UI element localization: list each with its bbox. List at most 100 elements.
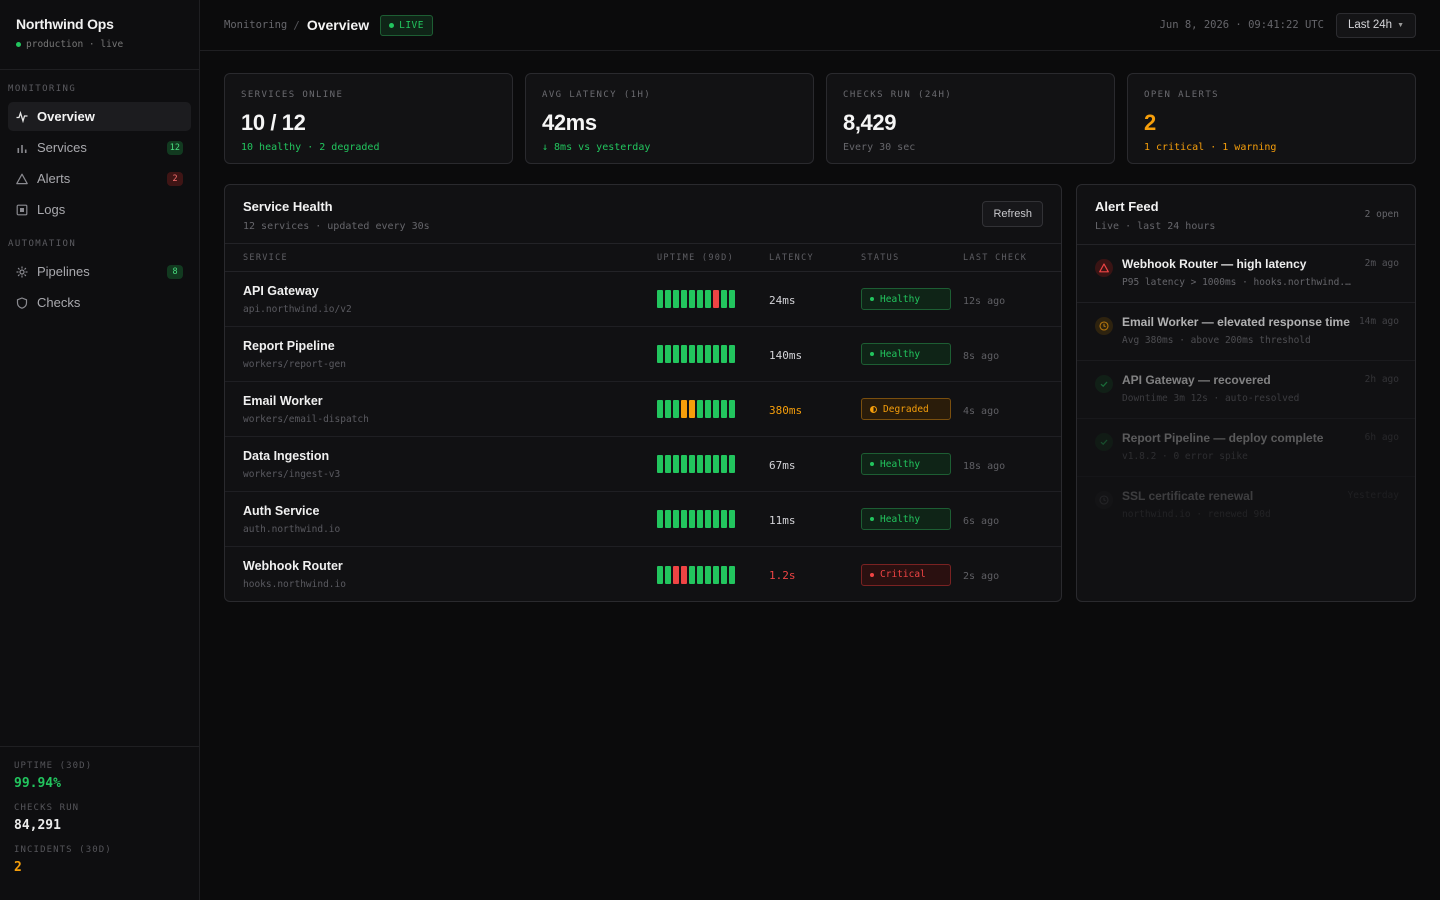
service-host: workers/report-gen [243, 358, 346, 370]
last-check-value: 6s ago [963, 515, 1000, 527]
uptime-bar [705, 455, 711, 473]
sidebar-item-label: Overview [37, 109, 95, 124]
alert-triangle-icon [16, 173, 28, 185]
uptime-bar [681, 290, 687, 308]
uptime-bar [657, 345, 663, 363]
last-check-value: 8s ago [963, 350, 1000, 362]
uptime-bar [673, 345, 679, 363]
uptime-bar [705, 290, 711, 308]
table-row[interactable]: Report Pipeline workers/report-gen 140ms… [225, 327, 1061, 382]
uptime-bar [721, 400, 727, 418]
shield-icon [16, 296, 28, 309]
uptime-bar [673, 400, 679, 418]
checks-run-label: CHECKS RUN [14, 803, 80, 813]
uptime-bar [697, 510, 703, 528]
table-row[interactable]: Data Ingestion workers/ingest-v3 67ms He… [225, 437, 1061, 492]
brand: Northwind Ops production · live [0, 0, 199, 70]
service-cell: Webhook Router hooks.northwind.io [225, 559, 657, 590]
panel-subtitle: 12 services · updated every 30s [243, 221, 430, 232]
status-text: Healthy [880, 348, 921, 360]
uptime-bar [673, 290, 679, 308]
column-header-last-check[interactable]: LAST CHECK [963, 253, 1061, 263]
column-header-uptime[interactable]: UPTIME (90D) [657, 253, 769, 263]
column-header-status[interactable]: STATUS [861, 253, 963, 263]
alert-item[interactable]: Email Worker — elevated response time Av… [1077, 303, 1415, 361]
table-row[interactable]: API Gateway api.northwind.io/v2 24ms Hea… [225, 272, 1061, 327]
sidebar-item-label: Checks [37, 295, 81, 310]
open-alerts-count: 2 open [1364, 209, 1399, 220]
status-text: Degraded [883, 403, 929, 415]
checks-run-value: 84,291 [14, 818, 61, 833]
status-badge: Healthy [861, 343, 951, 365]
uptime-bar [657, 455, 663, 473]
time-range-dropdown[interactable]: Last 24h ▼ [1335, 12, 1416, 38]
status-dot-icon [870, 462, 874, 466]
sidebar-item-logs[interactable]: Logs [8, 195, 191, 224]
uptime-bar [681, 510, 687, 528]
alert-body: Email Worker — elevated response time Av… [1122, 315, 1399, 360]
uptime-bar [665, 455, 671, 473]
latency-value: 380ms [769, 403, 803, 417]
chevron-down-icon: ▼ [1397, 21, 1404, 29]
table-row[interactable]: Webhook Router hooks.northwind.io 1.2s C… [225, 547, 1061, 601]
alert-time: 6h ago [1364, 432, 1399, 443]
status-badge: Healthy [861, 288, 951, 310]
uptime-cell [657, 510, 769, 528]
refresh-button[interactable]: Refresh [982, 201, 1043, 227]
breadcrumb-separator: / [293, 18, 300, 32]
sidebar-item-label: Logs [37, 202, 66, 217]
uptime-bar [721, 455, 727, 473]
uptime-bar [721, 510, 727, 528]
column-header-latency[interactable]: LATENCY [769, 253, 861, 263]
uptime-bar [713, 400, 719, 418]
alert-item[interactable]: API Gateway — recovered Downtime 3m 12s … [1077, 361, 1415, 419]
status-dot-icon [870, 517, 874, 521]
uptime-cell [657, 290, 769, 308]
sidebar-item-label: Services [37, 140, 87, 155]
sidebar-item-alerts[interactable]: Alerts 2 [8, 164, 191, 193]
table-row[interactable]: Email Worker workers/email-dispatch 380m… [225, 382, 1061, 437]
uptime-bar [721, 290, 727, 308]
last-check-cell: 6s ago [963, 512, 1061, 527]
alert-item[interactable]: Webhook Router — high latency P95 latenc… [1077, 245, 1415, 303]
activity-icon [16, 110, 28, 123]
latency-value: 67ms [769, 458, 796, 472]
alert-item[interactable]: SSL certificate renewal northwind.io · r… [1077, 477, 1415, 535]
pipelines-count-badge: 8 [167, 264, 183, 279]
table-row[interactable]: Auth Service auth.northwind.io 11ms Heal… [225, 492, 1061, 547]
alert-description: Avg 380ms · above 200ms threshold [1122, 335, 1311, 346]
service-host: auth.northwind.io [243, 523, 341, 535]
gear-icon [16, 266, 28, 278]
uptime-bar [657, 400, 663, 418]
status-text: Healthy [880, 293, 921, 305]
table-header: SERVICE UPTIME (90D) LATENCY STATUS LAST… [225, 244, 1061, 272]
uptime-bar [713, 455, 719, 473]
sidebar-item-services[interactable]: Services 12 [8, 133, 191, 162]
service-cell: Email Worker workers/email-dispatch [225, 394, 657, 425]
alert-list: Webhook Router — high latency P95 latenc… [1077, 245, 1415, 535]
sidebar-item-checks[interactable]: Checks [8, 288, 191, 317]
sidebar-item-pipelines[interactable]: Pipelines 8 [8, 257, 191, 286]
uptime-bars [657, 290, 769, 308]
column-header-service[interactable]: SERVICE [225, 253, 657, 263]
stat-sub: Every 30 sec [843, 142, 916, 153]
breadcrumb-monitoring[interactable]: Monitoring [224, 19, 287, 31]
sidebar-item-overview[interactable]: Overview [8, 102, 191, 131]
alert-item[interactable]: Report Pipeline — deploy complete v1.8.2… [1077, 419, 1415, 477]
alert-triangle-icon [1095, 259, 1113, 277]
stat-label: AVG LATENCY (1H) [542, 90, 652, 100]
alert-time: 2h ago [1364, 374, 1399, 385]
uptime-bar [713, 565, 719, 584]
status-cell: Healthy [861, 343, 963, 365]
live-badge: LIVE [380, 14, 433, 36]
uptime-bar [673, 510, 679, 528]
uptime-cell [657, 565, 769, 584]
alert-time: 14m ago [1358, 316, 1399, 327]
status-cell: Healthy [861, 508, 963, 530]
stat-card-services-online: SERVICES ONLINE 10 / 12 10 healthy · 2 d… [224, 73, 513, 164]
environment-text: production · live [26, 39, 124, 50]
uptime-bar [657, 510, 663, 528]
status-cell: Healthy [861, 453, 963, 475]
uptime-bar [689, 565, 695, 584]
latency-value: 11ms [769, 513, 796, 527]
